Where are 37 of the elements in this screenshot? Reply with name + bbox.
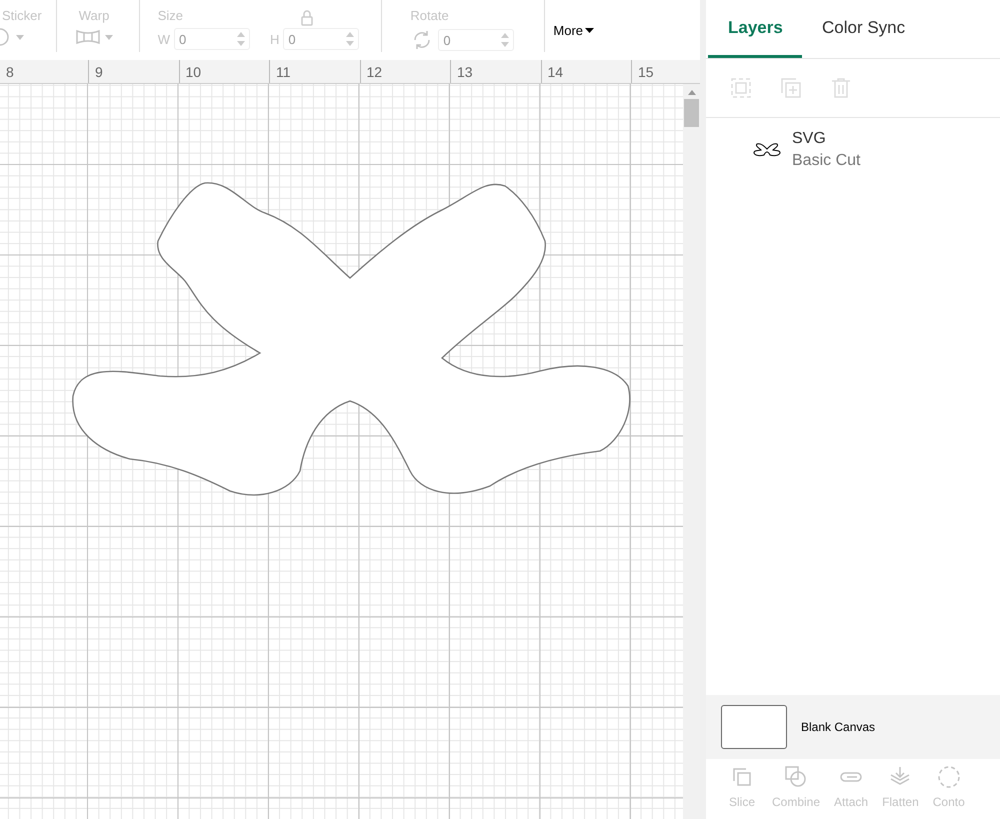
ruler-number: 14: [540, 60, 631, 83]
field-value: 0: [288, 32, 296, 46]
ruler-number: 12: [360, 60, 450, 83]
layer-operation: Basic Cut: [792, 152, 860, 170]
height-label: H: [270, 32, 280, 46]
tool-label: Warp: [78, 8, 110, 24]
duplicate-icon: [780, 77, 802, 99]
width-label: W: [158, 32, 170, 46]
ruler-number: 15: [631, 60, 722, 83]
scroll-thumb[interactable]: [684, 99, 699, 127]
panel-tab[interactable]: Color Sync: [802, 0, 926, 58]
layer-name: SVG: [792, 130, 827, 148]
caret-icon: [16, 34, 24, 40]
trash-icon: [830, 77, 852, 99]
ruler-number: 11: [269, 60, 360, 83]
lock-icon: [300, 10, 314, 26]
field-value: 0: [179, 32, 186, 46]
layer-item[interactable]: SVG Basic Cut: [706, 118, 1000, 170]
canvas-label: Blank Canvas: [801, 720, 876, 734]
caret-icon: [585, 28, 594, 32]
panel-tab[interactable]: Layers: [708, 0, 802, 58]
dashed-circle-icon: [936, 765, 961, 789]
ruler-number: 9: [88, 60, 178, 83]
group-icon: [730, 77, 752, 99]
ruler-number: 8: [5, 63, 15, 82]
more-button[interactable]: More: [545, 0, 602, 60]
tool-label: Rotate: [410, 8, 449, 24]
caret-icon: [104, 34, 113, 40]
canvas-swatch[interactable]: [721, 705, 787, 749]
tool-label: Sticker: [2, 8, 42, 24]
combine-icon: [784, 765, 808, 789]
ruler-number: 10: [178, 60, 269, 83]
tool-label: Size: [158, 8, 184, 24]
ruler-number: 13: [450, 60, 540, 83]
sock-shape-outline[interactable]: [72, 182, 630, 496]
scrollbar[interactable]: [683, 84, 700, 819]
field-value: 0: [443, 32, 451, 48]
